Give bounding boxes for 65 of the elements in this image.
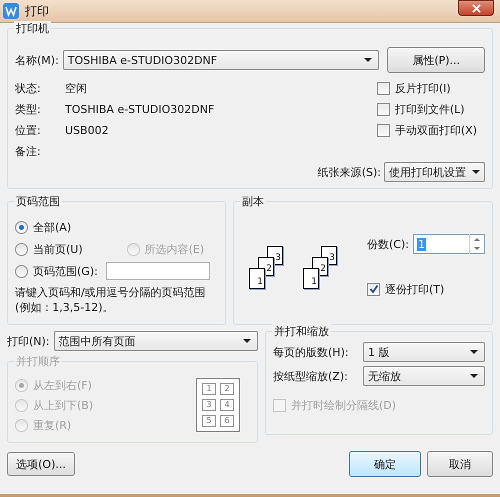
close-button[interactable]	[458, 0, 494, 16]
dropdown[interactable]: TOSHIBA e-STUDIO302DNF	[62, 50, 380, 70]
checkbox-label: 手动双面打印(X)	[394, 122, 477, 138]
group-title: 副本	[240, 194, 266, 209]
caret-icon	[470, 374, 478, 378]
checkbox-label: 并打时绘制分隔线(D)	[291, 398, 396, 412]
radio-label: 重复(R)	[33, 418, 72, 432]
close-icon	[472, 4, 480, 12]
dropdown[interactable]: 1 版	[363, 342, 485, 362]
field-label: 每页的版数(H):	[273, 344, 350, 360]
checkbox-label: 打印到文件(L)	[394, 102, 465, 116]
caret-icon	[472, 170, 480, 174]
radio-button[interactable]	[15, 220, 28, 234]
field-label: 按纸型缩放(Z):	[273, 368, 349, 384]
info-label: 备注:	[15, 144, 42, 158]
info-value: USB002	[65, 124, 109, 136]
info-label: 状态:	[15, 80, 42, 96]
options-button[interactable]: 选项(O)...	[7, 452, 75, 476]
info-value: 空闲	[65, 80, 87, 96]
checkbox[interactable]	[376, 102, 390, 116]
radio-label: 所选内容(E)	[144, 242, 204, 256]
radio-button[interactable]	[15, 264, 28, 278]
preview-cell: 4	[220, 399, 234, 411]
caret-icon	[364, 58, 372, 62]
field-label: 纸张来源(S):	[318, 164, 381, 180]
checkbox-label: 反片打印(I)	[394, 80, 451, 96]
preview-cell: 5	[202, 415, 216, 427]
group-title: 打印机	[14, 21, 51, 36]
info-label: 类型:	[15, 102, 42, 116]
preview-cell: 1	[202, 383, 216, 395]
preview-cell: 2	[220, 383, 234, 395]
group-title: 并打和缩放	[272, 324, 331, 339]
checkbox-label: 逐份打印(T)	[385, 282, 444, 296]
radio-label: 全部(A)	[33, 220, 72, 234]
dropdown[interactable]: 无缩放	[363, 366, 485, 386]
info-value: TOSHIBA e-STUDIO302DNF	[65, 102, 214, 116]
caret-icon	[243, 339, 251, 343]
properties-button[interactable]: 属性(P)...	[387, 47, 485, 73]
input-field[interactable]	[106, 262, 210, 280]
field-label: 名称(M):	[15, 52, 59, 68]
checkbox[interactable]	[367, 282, 380, 296]
cancel-button[interactable]: 取消	[427, 451, 493, 477]
field-label: 份数(C):	[367, 236, 409, 252]
radio-button[interactable]	[15, 242, 28, 256]
page-sheet: 1	[303, 268, 320, 289]
radio-label: 当前页(U)	[33, 242, 83, 256]
caret-icon	[470, 350, 478, 354]
field-label: 打印(N):	[7, 334, 50, 348]
dropdown[interactable]: 使用打印机设置	[384, 162, 485, 182]
window-title: 打印	[25, 2, 50, 20]
group-title: 页码范围	[14, 194, 62, 209]
checkbox[interactable]	[376, 82, 390, 94]
preview-cell: 6	[220, 415, 234, 427]
group-title: 并打顺序	[14, 354, 62, 369]
dropdown[interactable]: 范围中所有页面	[54, 331, 258, 351]
radio-label: 从左到右(F)	[33, 378, 92, 392]
ok-button[interactable]: 确定	[349, 451, 421, 477]
app-logo-icon	[3, 3, 19, 19]
preview-cell: 3	[202, 399, 216, 411]
hint-text: 请键入页码和/或用逗号分隔的页码范围(例如：1,3,5-12)。	[15, 285, 207, 315]
info-label: 位置:	[15, 122, 42, 138]
page-sheet: 1	[249, 268, 266, 289]
radio-label: 从上到下(B)	[33, 398, 94, 412]
radio-label: 页码范围(G):	[33, 264, 98, 278]
checkbox[interactable]	[376, 124, 390, 136]
